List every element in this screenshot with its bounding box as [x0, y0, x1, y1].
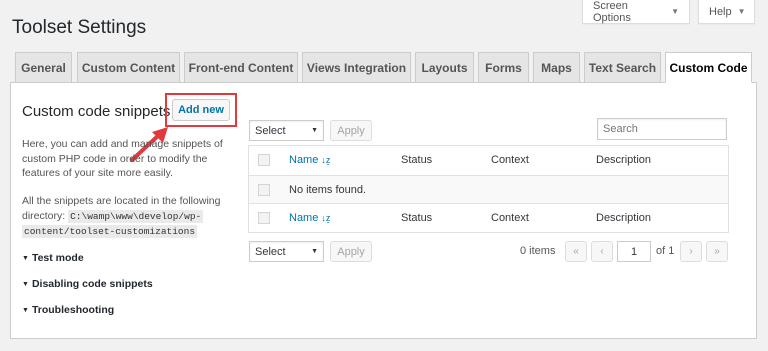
test-mode-label: Test mode — [31, 252, 84, 264]
table-footer-row: Name ↓ẕ Status Context Description — [249, 204, 728, 233]
help-label: Help — [709, 5, 732, 18]
tab-layouts[interactable]: Layouts — [415, 52, 474, 82]
sort-icon: ↓ẕ — [321, 155, 331, 165]
current-page-input[interactable]: 1 — [617, 241, 651, 262]
triangle-down-icon: ▼ — [22, 254, 29, 262]
dropdown-arrow-icon: ▼ — [311, 248, 318, 255]
column-description-bottom: Description — [596, 212, 652, 224]
tab-views-integration[interactable]: Views Integration — [302, 52, 411, 82]
directory-path-2: content/toolset-customizations — [22, 225, 198, 238]
table-header-row: Name ↓ẕ Status Context Description — [249, 146, 728, 175]
page-title: Toolset Settings — [12, 17, 147, 38]
select-all-checkbox[interactable] — [258, 154, 270, 166]
bulk-select-label: Select — [255, 245, 286, 258]
column-name[interactable]: Name ↓ẕ — [289, 154, 330, 166]
tab-custom-content[interactable]: Custom Content — [77, 52, 180, 82]
tab-front-end-content[interactable]: Front-end Content — [184, 52, 298, 82]
column-name-label: Name — [289, 212, 319, 224]
first-page-button[interactable]: « — [565, 241, 587, 262]
items-count: 0 items — [520, 245, 556, 257]
bulk-action-select-bottom[interactable]: Select ▼ — [249, 241, 324, 262]
tab-custom-code[interactable]: Custom Code — [665, 52, 752, 83]
caret-down-icon: ▼ — [737, 7, 746, 16]
column-status-bottom: Status — [401, 212, 433, 224]
highlight-box — [165, 93, 237, 127]
column-context-bottom: Context — [491, 212, 529, 224]
empty-message: No items found. — [289, 184, 367, 196]
tab-general[interactable]: General — [15, 52, 72, 82]
triangle-down-icon: ▼ — [22, 306, 29, 314]
directory-text: All the snippets are located in the foll… — [22, 194, 227, 240]
column-context: Context — [491, 154, 529, 166]
apply-button-bottom[interactable]: Apply — [330, 241, 372, 262]
dropdown-arrow-icon: ▼ — [311, 127, 318, 134]
tab-forms[interactable]: Forms — [478, 52, 529, 82]
search-input[interactable]: Search — [597, 118, 727, 140]
directory-path-1: C:\wamp\www\develop/wp- — [68, 209, 204, 223]
row-checkbox[interactable] — [258, 184, 270, 196]
column-name-bottom[interactable]: Name ↓ẕ — [289, 212, 330, 224]
caret-down-icon: ▼ — [671, 7, 679, 16]
bulk-action-select-top[interactable]: Select ▼ — [249, 120, 324, 141]
test-mode-toggle[interactable]: ▼ Test mode — [22, 252, 84, 264]
section-title: Custom code snippets — [22, 103, 171, 120]
prev-page-button[interactable]: ‹ — [591, 241, 613, 262]
help-button[interactable]: Help ▼ — [698, 0, 755, 24]
tab-maps[interactable]: Maps — [533, 52, 580, 82]
screen-options-label: Screen Options — [593, 0, 631, 24]
disabling-snippets-label: Disabling code snippets — [31, 278, 153, 290]
apply-button-top[interactable]: Apply — [330, 120, 372, 141]
snippets-table: Name ↓ẕ Status Context Description No ite… — [248, 145, 729, 233]
last-page-button[interactable]: » — [706, 241, 728, 262]
troubleshooting-toggle[interactable]: ▼ Troubleshooting — [22, 304, 114, 316]
bulk-select-label: Select — [255, 124, 286, 137]
troubleshooting-label: Troubleshooting — [31, 304, 115, 316]
column-status: Status — [401, 154, 433, 166]
sort-icon: ↓ẕ — [321, 213, 331, 223]
disabling-snippets-toggle[interactable]: ▼ Disabling code snippets — [22, 278, 153, 290]
column-name-label: Name — [289, 154, 319, 166]
intro-text: Here, you can add and manage snippets of… — [22, 138, 223, 179]
table-row: No items found. — [249, 175, 728, 204]
next-page-button[interactable]: › — [680, 241, 702, 262]
screen-options-button[interactable]: Screen Options ▼ — [582, 0, 690, 24]
total-pages: of 1 — [656, 245, 675, 257]
tab-text-search[interactable]: Text Search — [584, 52, 661, 82]
column-description: Description — [596, 154, 652, 166]
triangle-down-icon: ▼ — [22, 280, 29, 288]
select-all-checkbox-bottom[interactable] — [258, 212, 270, 224]
